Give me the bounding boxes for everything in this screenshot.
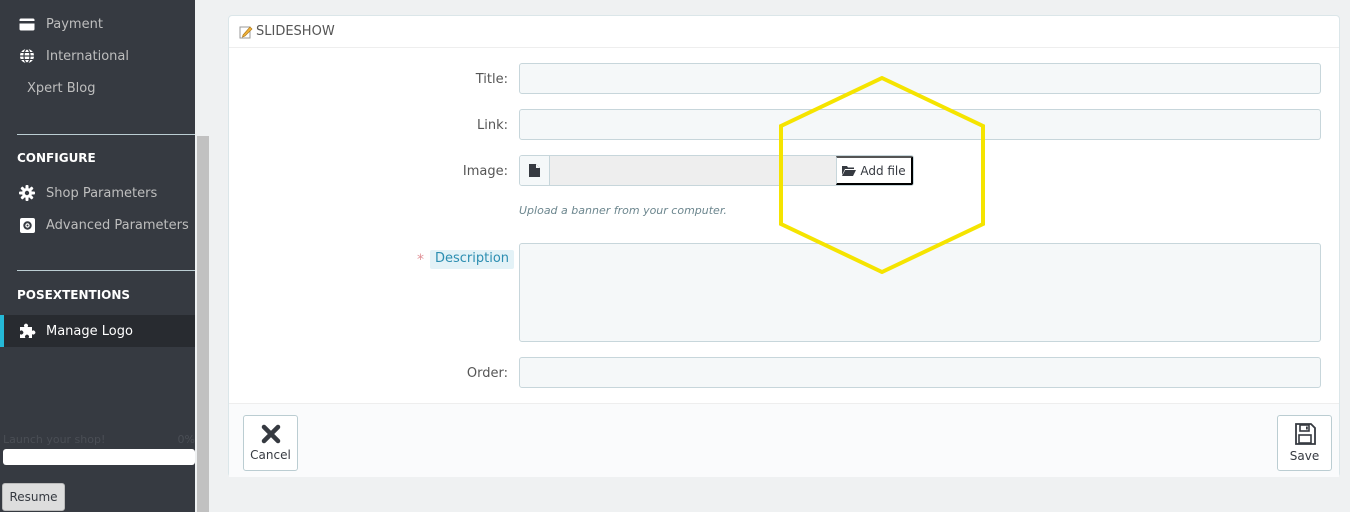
order-label: Order: — [466, 366, 508, 381]
globe-icon — [18, 47, 36, 65]
folder-open-icon — [842, 166, 857, 176]
file-icon — [520, 156, 550, 185]
panel-heading: SLIDESHOW — [229, 16, 1339, 48]
sidebar-item-label: Xpert Blog — [27, 80, 96, 96]
floppy-disk-icon — [1294, 423, 1316, 445]
sidebar-item-advanced-parameters[interactable]: Advanced Parameters — [0, 209, 195, 241]
sidebar-item-label: Payment — [46, 16, 103, 32]
sidebar-item-label: International — [46, 48, 129, 64]
launch-percent: 0% — [177, 433, 195, 446]
slideshow-form-panel: SLIDESHOW Title: Link: Image: Add file U… — [228, 15, 1340, 477]
add-file-label: Add file — [860, 163, 906, 178]
launch-label: Launch your shop! — [3, 433, 106, 446]
puzzle-icon — [18, 322, 36, 340]
sidebar-item-xpert-blog[interactable]: Xpert Blog — [0, 72, 195, 104]
section-heading-configure: CONFIGURE — [17, 151, 96, 165]
sidebar-divider — [17, 134, 195, 135]
description-label: Description — [430, 250, 515, 269]
add-file-button[interactable]: Add file — [836, 156, 913, 185]
sidebar: Payment International Xpert Blog CONFIGU… — [0, 0, 195, 512]
panel-footer: Cancel Save — [229, 403, 1339, 477]
sidebar-item-label: Manage Logo — [46, 323, 133, 339]
sidebar-scrollbar-thumb[interactable] — [197, 136, 209, 512]
resume-button[interactable]: Resume — [2, 483, 65, 511]
credit-card-icon — [18, 15, 36, 33]
sidebar-item-payment[interactable]: Payment — [0, 8, 195, 40]
order-input[interactable] — [519, 357, 1321, 388]
sidebar-item-label: Shop Parameters — [46, 185, 158, 201]
title-label: Title: — [475, 72, 508, 87]
image-label: Image: — [462, 164, 508, 179]
pencil-icon — [239, 25, 253, 39]
link-input[interactable] — [519, 109, 1321, 140]
save-button[interactable]: Save — [1277, 415, 1332, 471]
description-textarea[interactable] — [519, 243, 1321, 342]
cancel-label: Cancel — [250, 448, 291, 462]
gear-icon — [18, 184, 36, 202]
file-name-field[interactable] — [550, 156, 836, 185]
image-file-input: Add file — [519, 155, 914, 186]
panel-title: SLIDESHOW — [256, 24, 335, 39]
link-label: Link: — [476, 118, 508, 133]
launch-shop-status: Launch your shop! 0% — [3, 433, 195, 446]
sidebar-item-manage-logo[interactable]: Manage Logo — [0, 315, 195, 347]
title-input[interactable] — [519, 63, 1321, 94]
cancel-button[interactable]: Cancel — [243, 415, 298, 471]
close-icon — [261, 424, 280, 444]
sidebar-item-international[interactable]: International — [0, 40, 195, 72]
required-indicator: * — [417, 252, 424, 268]
save-label: Save — [1289, 449, 1320, 463]
sidebar-divider — [17, 270, 195, 271]
sidebar-item-shop-parameters[interactable]: Shop Parameters — [0, 177, 195, 209]
section-heading-posextentions: POSEXTENTIONS — [17, 288, 131, 302]
launch-progress-bar — [3, 449, 195, 465]
sidebar-item-label: Advanced Parameters — [46, 217, 189, 233]
image-help-text: Upload a banner from your computer. — [519, 204, 727, 217]
settings-box-icon — [18, 216, 36, 234]
